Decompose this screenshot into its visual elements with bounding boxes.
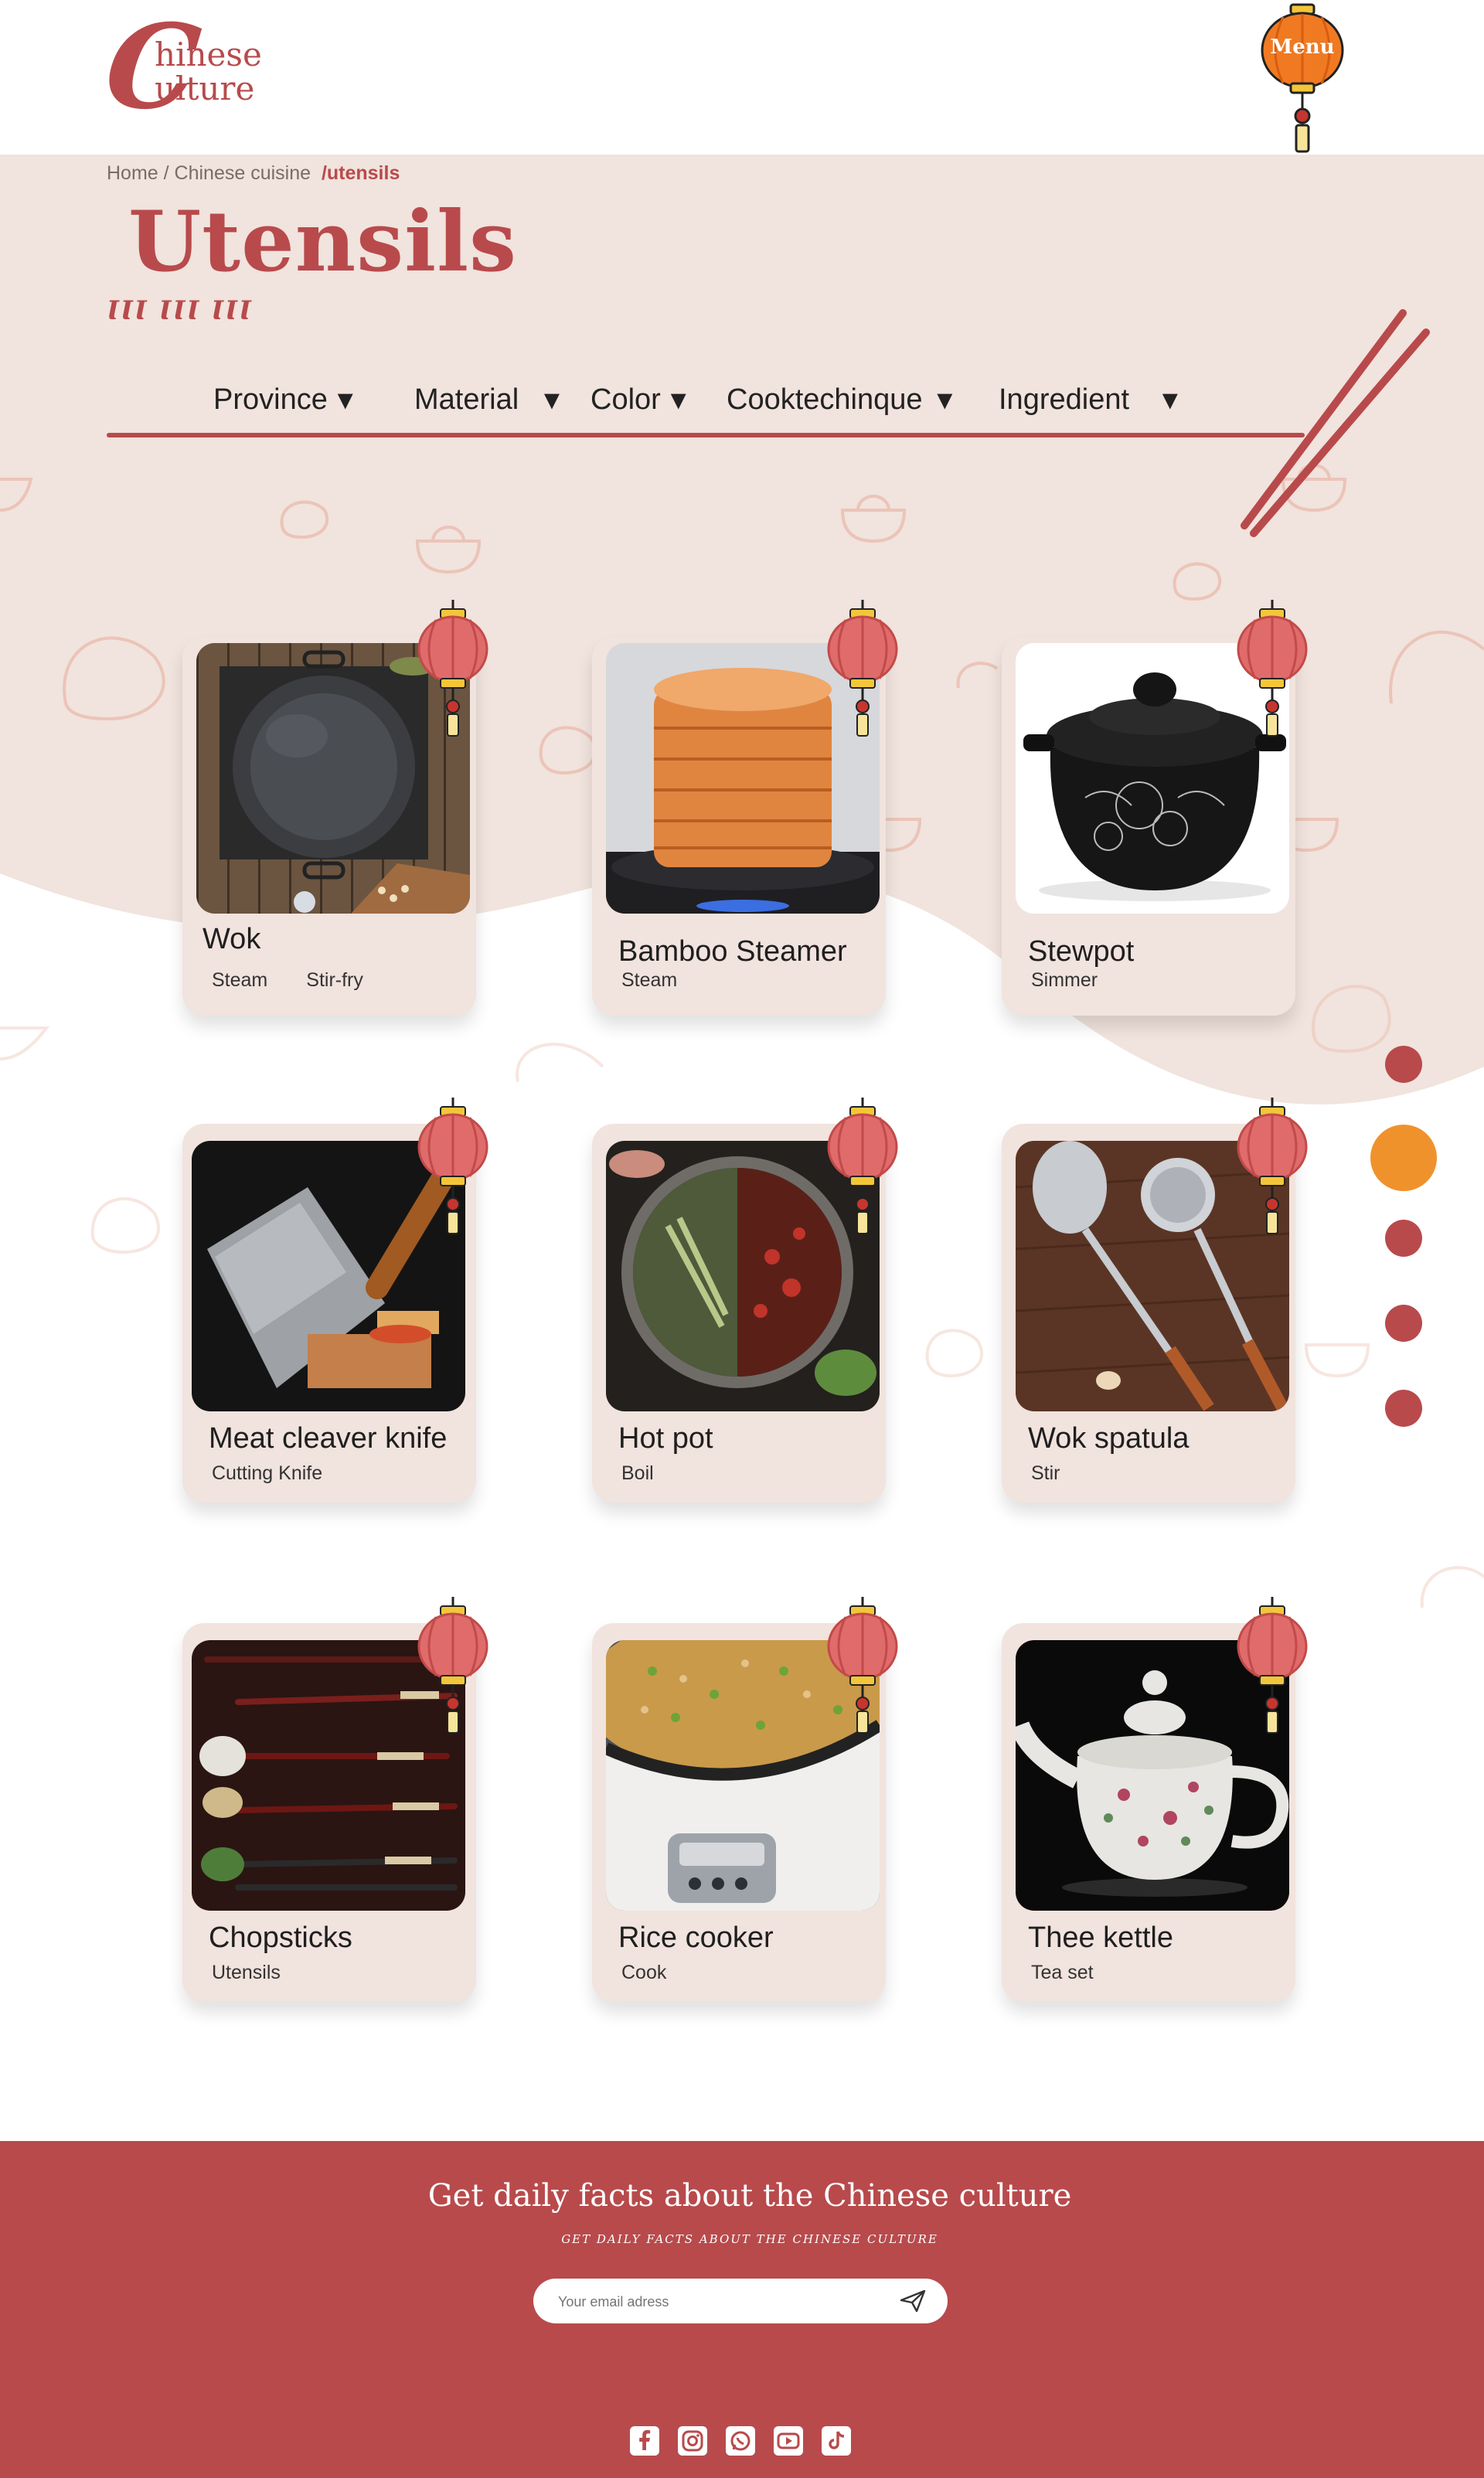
- filter-color[interactable]: Color ▼: [591, 383, 691, 417]
- lantern-icon: [825, 1597, 900, 1736]
- card-tags: Boil: [621, 1462, 693, 1485]
- menu-label: Menu: [1270, 36, 1335, 59]
- logo-text-line2: ulture: [155, 70, 255, 107]
- card-tags: Cook: [621, 1962, 705, 1984]
- lantern-icon: [1235, 1098, 1309, 1237]
- card-tags: Tea set: [1031, 1962, 1132, 1984]
- instagram-icon[interactable]: [677, 2425, 708, 2456]
- email-field[interactable]: [556, 2288, 884, 2316]
- card-title: Hot pot: [618, 1422, 713, 1455]
- page-dot-5[interactable]: [1385, 1390, 1422, 1427]
- filter-label: Province: [213, 383, 328, 416]
- send-icon[interactable]: [900, 2289, 926, 2313]
- logo-text-line1: hinese: [155, 36, 262, 73]
- chevron-down-icon: ▼: [332, 386, 359, 415]
- page-dot-2-active[interactable]: [1367, 1121, 1441, 1195]
- filter-ingredient[interactable]: Ingredient ▼: [999, 383, 1183, 417]
- lantern-icon: [1261, 3, 1344, 153]
- card-tags: Steam: [621, 969, 716, 992]
- card-tag: Tea set: [1031, 1962, 1094, 1983]
- filter-label: Color: [591, 383, 661, 416]
- newsletter-title: Get daily facts about the Chinese cultur…: [427, 2178, 1072, 2214]
- card-tag: Boil: [621, 1462, 654, 1484]
- breadcrumb-home[interactable]: Home: [107, 162, 158, 184]
- chevron-down-icon: ▼: [665, 386, 692, 415]
- youtube-icon[interactable]: [773, 2425, 804, 2456]
- card-tags: Cutting Knife: [212, 1462, 361, 1485]
- filter-material[interactable]: Material ▼: [414, 383, 565, 417]
- page-dot-4[interactable]: [1385, 1305, 1422, 1342]
- card-title: Rice cooker: [618, 1921, 774, 1954]
- card-title: Chopsticks: [209, 1921, 352, 1954]
- chevron-down-icon: ▼: [1157, 386, 1183, 415]
- card-tag: Steam: [212, 969, 268, 991]
- lantern-icon: [825, 1098, 900, 1237]
- card-title: Bamboo Steamer: [618, 935, 847, 968]
- chevron-down-icon: ▼: [931, 386, 958, 415]
- card-tag: Stir-fry: [306, 969, 363, 991]
- filter-cooktechnique[interactable]: Cooktechinque ▼: [727, 383, 958, 417]
- newsletter-subtitle: GET DAILY FACTS ABOUT THE CHINESE CULTUR…: [561, 2232, 938, 2246]
- card-tag: Steam: [621, 969, 678, 991]
- lantern-icon: [416, 600, 490, 739]
- lantern-icon: [416, 1597, 490, 1736]
- lantern-icon: [1235, 600, 1309, 739]
- tiktok-icon[interactable]: [821, 2425, 852, 2456]
- newsletter-form: [533, 2279, 948, 2323]
- page-subtitle: ꙆꙆꙆ ꙆꙆꙆ ꙆꙆꙆ: [107, 295, 253, 326]
- card-tag: Cook: [621, 1962, 667, 1983]
- breadcrumb-current: /utensils: [321, 162, 400, 184]
- chevron-down-icon: ▼: [539, 386, 565, 415]
- lantern-icon: [825, 600, 900, 739]
- card-title: Thee kettle: [1028, 1921, 1173, 1954]
- whatsapp-icon[interactable]: [725, 2425, 756, 2456]
- card-tags: Steam Stir-fry: [212, 969, 402, 992]
- filter-label: Material: [414, 383, 519, 416]
- card-title: Wok: [203, 923, 261, 955]
- card-tags: Utensils: [212, 1962, 319, 1984]
- page-dot-1[interactable]: [1385, 1046, 1422, 1083]
- page-title: Utensils: [128, 193, 517, 291]
- breadcrumb-section[interactable]: Chinese cuisine: [175, 162, 311, 184]
- card-tags: Simmer: [1031, 969, 1136, 992]
- card-title: Stewpot: [1028, 935, 1135, 968]
- card-tag: Cutting Knife: [212, 1462, 323, 1484]
- filter-underline: [107, 433, 1305, 437]
- card-tag: Utensils: [212, 1962, 281, 1983]
- site-logo[interactable]: C hinese ulture: [100, 0, 292, 135]
- card-tags: Stir: [1031, 1462, 1099, 1485]
- facebook-icon[interactable]: [629, 2425, 660, 2456]
- filter-label: Ingredient: [999, 383, 1130, 416]
- filter-province[interactable]: Province ▼: [213, 383, 359, 417]
- breadcrumb: Home / Chinese cuisine /utensils: [107, 162, 400, 184]
- card-tag: Stir: [1031, 1462, 1060, 1484]
- card-title: Wok spatula: [1028, 1422, 1190, 1455]
- page-dot-3[interactable]: [1385, 1220, 1422, 1257]
- lantern-icon: [1235, 1597, 1309, 1736]
- chopsticks-icon: [1241, 309, 1430, 537]
- card-title: Meat cleaver knife: [209, 1422, 448, 1455]
- lantern-icon: [416, 1098, 490, 1237]
- filter-label: Cooktechinque: [727, 383, 923, 416]
- menu-button[interactable]: Menu: [1260, 0, 1345, 155]
- card-tag: Simmer: [1031, 969, 1098, 991]
